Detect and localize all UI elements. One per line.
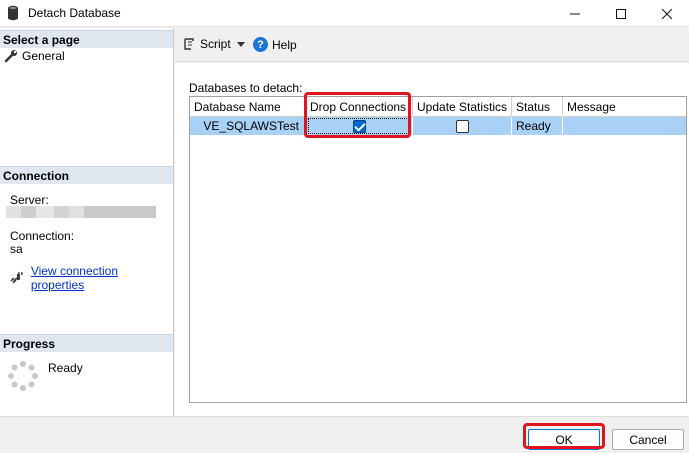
connection-header: Connection [0,166,173,184]
script-label: Script [200,37,231,51]
connection-value: sa [10,242,23,256]
minimize-icon [570,13,580,14]
cancel-button[interactable]: Cancel [612,429,684,450]
ok-button-highlight [523,423,605,449]
grid-header: Database Name Drop Connections Update St… [190,97,686,117]
column-database-name[interactable]: Database Name [190,97,306,117]
page-item-general[interactable]: General [4,48,65,64]
message-cell [563,117,686,135]
title-bar: Detach Database [0,0,689,27]
maximize-icon [616,8,626,19]
minimize-button[interactable] [552,0,598,27]
window-title: Detach Database [28,6,121,20]
column-update-statistics[interactable]: Update Statistics [413,97,512,117]
close-button[interactable] [644,0,689,27]
progress-header: Progress [0,334,173,352]
plug-icon [10,272,23,284]
view-connection-link[interactable]: View connection properties [31,264,173,292]
server-label: Server: [10,193,49,207]
databases-grid[interactable]: Database Name Drop Connections Update St… [189,96,687,403]
page-item-label: General [22,49,65,63]
update-statistics-cell [413,117,512,135]
left-panel: Select a page General Connection Server:… [0,28,174,416]
wrench-icon [4,50,17,63]
select-page-header: Select a page [0,30,173,48]
server-value-redacted [6,206,156,218]
main-content: Databases to detach: Database Name Drop … [175,63,689,416]
databases-to-detach-label: Databases to detach: [189,81,303,95]
connection-label: Connection: [10,229,75,243]
progress-spinner-icon [8,361,38,391]
progress-status: Ready [48,361,83,375]
script-dropdown-chevron-icon[interactable] [237,42,245,47]
toolbar: Script ? Help [175,28,689,62]
maximize-button[interactable] [598,0,644,27]
status-cell: Ready [512,117,563,135]
database-name-cell: VE_SQLAWSTest [190,117,306,135]
help-label: Help [272,37,297,52]
help-icon: ? [253,37,268,52]
update-statistics-checkbox[interactable] [455,119,469,133]
column-status[interactable]: Status [512,97,563,117]
database-icon [8,5,18,21]
view-connection-properties[interactable]: View connection properties [10,264,173,292]
drop-connections-highlight [304,92,411,138]
table-row[interactable]: VE_SQLAWSTest Ready [190,117,686,135]
script-icon [184,38,194,50]
column-message[interactable]: Message [563,97,686,117]
help-button[interactable]: ? Help [253,37,297,52]
script-button[interactable]: Script [182,37,231,51]
close-icon [662,8,672,19]
